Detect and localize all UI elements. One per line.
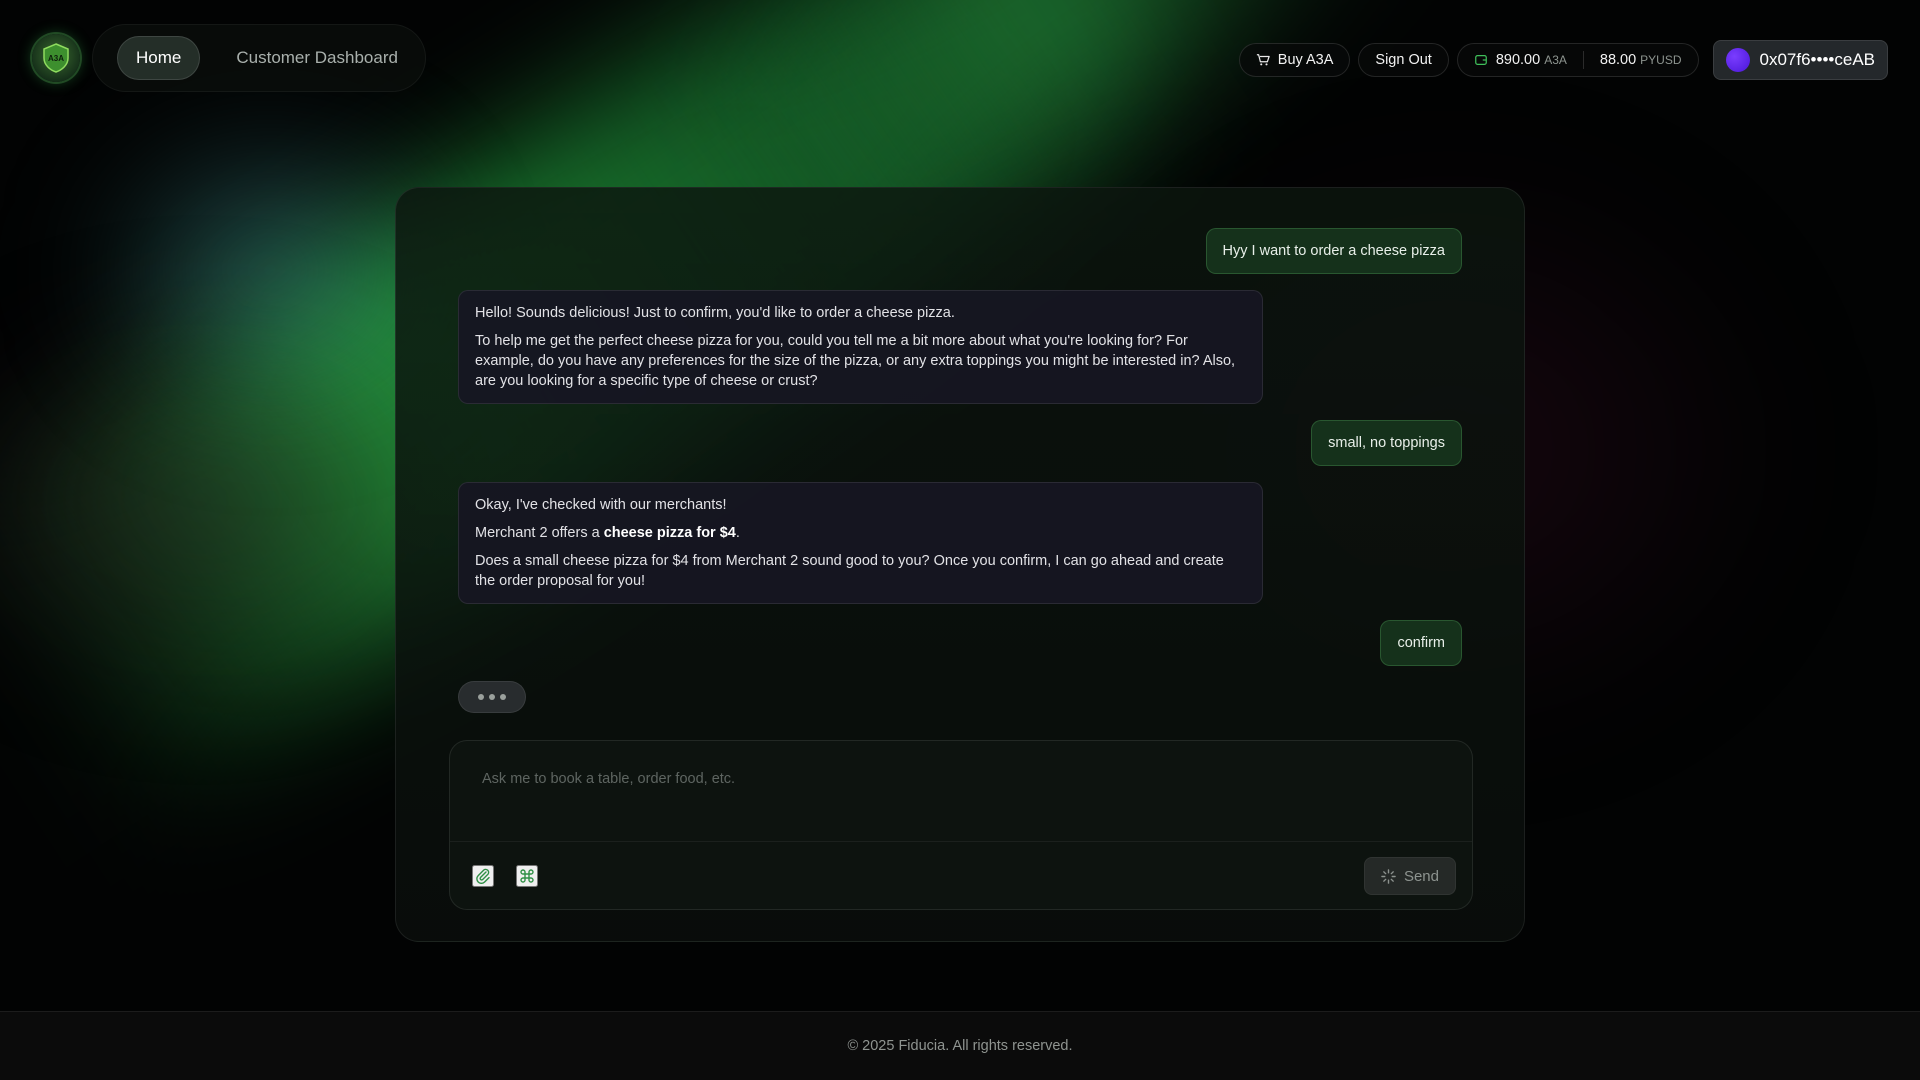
buy-a3a-label: Buy A3A	[1277, 52, 1334, 68]
a3a-balance: 890.00 A3A	[1495, 52, 1567, 68]
send-button[interactable]: Send	[1363, 857, 1456, 895]
main-nav: Home Customer Dashboard	[92, 24, 426, 92]
typing-indicator	[458, 681, 526, 713]
footer: © 2025 Fiducia. All rights reserved.	[0, 1011, 1920, 1080]
shield-logo-icon: A3A	[43, 43, 69, 73]
wallet-icon	[1474, 55, 1487, 65]
assistant-paragraph: Does a small cheese pizza for $4 from Me…	[475, 553, 1224, 589]
sign-out-button[interactable]: Sign Out	[1358, 43, 1449, 77]
header-actions: Buy A3A Sign Out 890.00 A3A 88.00 PYUSD 0x…	[1238, 40, 1888, 80]
assistant-paragraph: To help me get the perfect cheese pizza …	[475, 333, 1236, 389]
command-button[interactable]	[516, 865, 538, 887]
logo[interactable]: A3A	[32, 34, 80, 82]
nav-home[interactable]: Home	[117, 36, 201, 80]
paperclip-icon	[476, 868, 490, 884]
copyright-text: © 2025 Fiducia. All rights reserved.	[847, 1038, 1073, 1054]
sign-out-label: Sign Out	[1375, 52, 1432, 68]
buy-a3a-button[interactable]: Buy A3A	[1238, 43, 1351, 77]
loading-spinner-icon	[1381, 868, 1396, 884]
avatar	[1725, 48, 1750, 72]
composer-divider	[450, 841, 1472, 842]
cart-icon	[1256, 54, 1270, 66]
nav-customer-dashboard[interactable]: Customer Dashboard	[236, 48, 398, 68]
wallet-address: 0x07f6••••ceAB	[1759, 50, 1875, 69]
chat-panel: Hyy I want to order a cheese pizza Hello…	[395, 187, 1525, 942]
svg-text:A3A: A3A	[48, 54, 64, 63]
assistant-message: Okay, I've checked with our merchants! M…	[458, 482, 1263, 604]
user-message: Hyy I want to order a cheese pizza	[1205, 228, 1462, 274]
top-bar: A3A Home Customer Dashboard Buy A3A Sign…	[0, 0, 1920, 116]
balance-divider	[1582, 51, 1584, 69]
message-input[interactable]	[450, 741, 1472, 841]
assistant-paragraph: Okay, I've checked with our merchants!	[475, 497, 727, 513]
assistant-message: Hello! Sounds delicious! Just to confirm…	[458, 290, 1263, 404]
message-list: Hyy I want to order a cheese pizza Hello…	[396, 188, 1524, 728]
message-composer: Send	[449, 740, 1473, 910]
user-message: small, no toppings	[1311, 420, 1462, 466]
assistant-paragraph: Merchant 2 offers a cheese pizza for $4.	[475, 525, 740, 541]
pyusd-balance: 88.00 PYUSD	[1599, 52, 1682, 68]
balance-display: 890.00 A3A 88.00 PYUSD	[1456, 43, 1699, 77]
command-icon	[520, 869, 534, 883]
attach-button[interactable]	[472, 865, 494, 887]
assistant-paragraph: Hello! Sounds delicious! Just to confirm…	[475, 305, 955, 321]
send-label: Send	[1403, 867, 1439, 885]
user-message: confirm	[1380, 620, 1462, 666]
wallet-button[interactable]: 0x07f6••••ceAB	[1712, 40, 1888, 80]
